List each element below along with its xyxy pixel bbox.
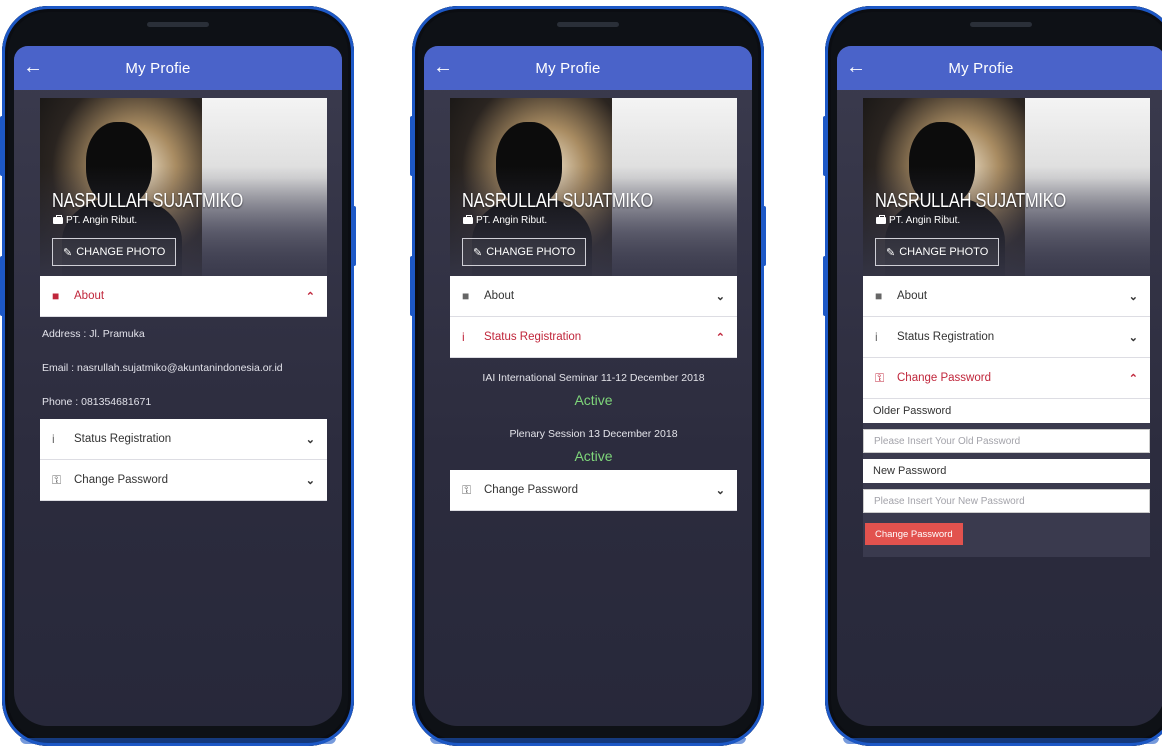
briefcase-icon [463, 215, 473, 224]
power-button [351, 206, 356, 266]
phone-frame-2: ← My Profie NASRULLAH SUJATMIKO PT. Angi… [410, 6, 766, 746]
new-password-label: New Password [863, 459, 1150, 483]
info-icon: i [52, 432, 55, 446]
profile-header: NASRULLAH SUJATMIKO PT. Angin Ribut. ✎ C… [863, 98, 1150, 276]
address-text: Address : Jl. Pramuka [42, 328, 145, 340]
accordion-status-registration[interactable]: i Status Registration ⌄ [40, 419, 327, 460]
side-button [823, 256, 828, 316]
change-photo-button[interactable]: ✎ CHANGE PHOTO [875, 238, 1000, 266]
phone-frame-3: ← My Profie NASRULLAH SUJATMIKO PT. Angi… [823, 6, 1162, 746]
page-title: My Profie [125, 59, 191, 77]
app-bar: ← My Profie [14, 46, 342, 90]
new-password-input[interactable] [863, 489, 1150, 513]
profile-content: NASRULLAH SUJATMIKO PT. Angin Ribut. ✎ C… [40, 98, 327, 501]
user-icon: ■ [875, 289, 883, 303]
app-bar: ← My Profie [424, 46, 752, 90]
company-label: PT. Angin Ribut. [889, 215, 961, 226]
volume-button [410, 116, 415, 176]
old-password-input[interactable] [863, 429, 1150, 453]
briefcase-icon [53, 215, 63, 224]
accordion-status-registration[interactable]: i Status Registration ⌃ [450, 317, 737, 358]
registration-status: Active [574, 448, 613, 464]
page-title: My Profie [948, 59, 1014, 77]
back-arrow-icon[interactable]: ← [845, 56, 867, 78]
speaker [970, 22, 1032, 27]
chevron-down-icon: ⌄ [715, 484, 725, 497]
profile-content: NASRULLAH SUJATMIKO PT. Angin Ribut. ✎ C… [450, 98, 737, 511]
company-label: PT. Angin Ribut. [66, 215, 138, 226]
edit-icon: ✎ [473, 246, 483, 259]
edit-icon: ✎ [886, 246, 896, 259]
profile-name: NASRULLAH SUJATMIKO [462, 190, 653, 212]
chevron-down-icon: ⌄ [715, 290, 725, 303]
briefcase-icon [876, 215, 886, 224]
info-icon: i [875, 330, 878, 344]
screen-status-registration: ← My Profie NASRULLAH SUJATMIKO PT. Angi… [424, 46, 752, 726]
chevron-down-icon: ⌄ [305, 433, 315, 446]
accordion-change-password[interactable]: ⚿ Change Password ⌃ [863, 358, 1150, 399]
change-password-form: Older Password New Password Change Passw… [863, 399, 1150, 557]
chevron-down-icon: ⌄ [1128, 290, 1138, 303]
profile-header: NASRULLAH SUJATMIKO PT. Angin Ribut. ✎ C… [40, 98, 327, 276]
page-title: My Profie [535, 59, 601, 77]
back-arrow-icon[interactable]: ← [432, 56, 454, 78]
chevron-down-icon: ⌄ [305, 474, 315, 487]
profile-name: NASRULLAH SUJATMIKO [52, 190, 243, 212]
key-icon: ⚿ [462, 482, 472, 497]
accordion-change-password[interactable]: ⚿ Change Password ⌄ [450, 470, 737, 511]
chevron-up-icon: ⌃ [305, 290, 315, 303]
chevron-down-icon: ⌄ [1128, 331, 1138, 344]
registration-event: IAI International Seminar 11-12 December… [482, 372, 705, 384]
accordion-status-registration[interactable]: i Status Registration ⌄ [863, 317, 1150, 358]
change-photo-button[interactable]: ✎ CHANGE PHOTO [462, 238, 587, 266]
chevron-up-icon: ⌃ [1128, 372, 1138, 385]
back-arrow-icon[interactable]: ← [22, 56, 44, 78]
change-password-button[interactable]: Change Password [865, 523, 963, 545]
phone-frame-1: ← My Profie NASRULLAH SUJATMIKO PT. Angi… [0, 6, 356, 746]
side-button [410, 256, 415, 316]
accordion-change-password[interactable]: ⚿ Change Password ⌄ [40, 460, 327, 501]
edit-icon: ✎ [63, 246, 73, 259]
screen-about: ← My Profie NASRULLAH SUJATMIKO PT. Angi… [14, 46, 342, 726]
change-photo-button[interactable]: ✎ CHANGE PHOTO [52, 238, 177, 266]
app-bar: ← My Profie [837, 46, 1162, 90]
profile-company: PT. Angin Ribut. [876, 215, 960, 226]
volume-button [0, 116, 5, 176]
old-password-label: Older Password [863, 399, 1150, 423]
info-icon: i [462, 330, 465, 344]
accordion-about[interactable]: ■ About ⌄ [863, 276, 1150, 317]
key-icon: ⚿ [875, 370, 885, 385]
profile-company: PT. Angin Ribut. [463, 215, 547, 226]
user-icon: ■ [52, 289, 60, 303]
email-text: Email : nasrullah.sujatmiko@akuntanindon… [42, 362, 283, 374]
volume-button [823, 116, 828, 176]
registration-status: Active [574, 392, 613, 408]
key-icon: ⚿ [52, 472, 62, 487]
speaker [147, 22, 209, 27]
accordion-about[interactable]: ■ About ⌄ [450, 276, 737, 317]
power-button [761, 206, 766, 266]
screen-change-password: ← My Profie NASRULLAH SUJATMIKO PT. Angi… [837, 46, 1162, 726]
profile-content: NASRULLAH SUJATMIKO PT. Angin Ribut. ✎ C… [863, 98, 1150, 557]
registration-event: Plenary Session 13 December 2018 [509, 428, 678, 440]
chevron-up-icon: ⌃ [715, 331, 725, 344]
about-details: Address : Jl. Pramuka Email : nasrullah.… [40, 317, 327, 419]
profile-name: NASRULLAH SUJATMIKO [875, 190, 1066, 212]
speaker [557, 22, 619, 27]
registration-list: IAI International Seminar 11-12 December… [450, 358, 737, 470]
phone-text: Phone : 081354681671 [42, 396, 152, 408]
accordion-about[interactable]: ■ About ⌃ [40, 276, 327, 317]
profile-header: NASRULLAH SUJATMIKO PT. Angin Ribut. ✎ C… [450, 98, 737, 276]
profile-company: PT. Angin Ribut. [53, 215, 137, 226]
user-icon: ■ [462, 289, 470, 303]
company-label: PT. Angin Ribut. [476, 215, 548, 226]
side-button [0, 256, 5, 316]
